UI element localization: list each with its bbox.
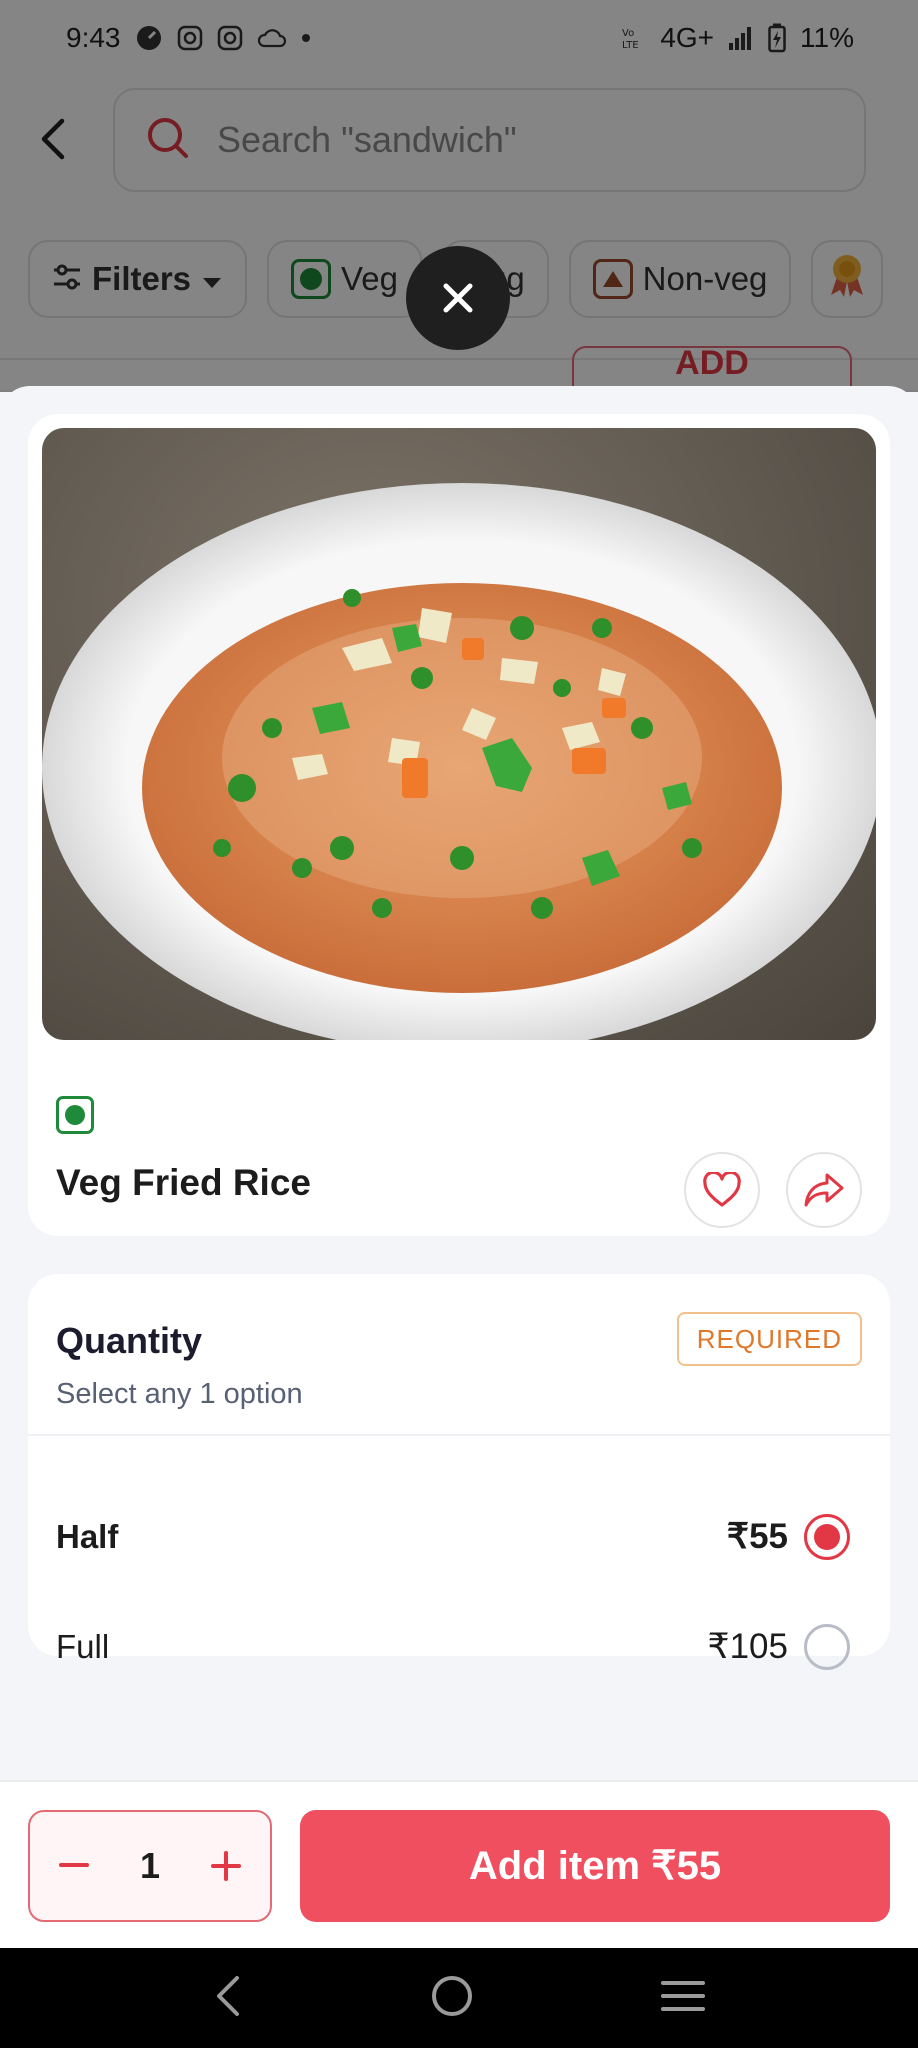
nav-home-icon[interactable] <box>430 1974 474 2023</box>
option-full[interactable]: Full ₹105 <box>28 1602 890 1692</box>
required-badge: REQUIRED <box>676 1312 862 1366</box>
option-half[interactable]: Half ₹55 <box>28 1492 890 1582</box>
radio-unselected[interactable] <box>804 1624 850 1670</box>
item-card: Veg Fried Rice <box>28 414 890 1236</box>
add-item-label: Add item ₹55 <box>468 1844 722 1888</box>
radio-selected[interactable] <box>804 1514 850 1560</box>
increment-button[interactable] <box>202 1842 250 1890</box>
plus-icon <box>211 1851 241 1881</box>
decrement-button[interactable] <box>50 1842 98 1890</box>
quantity-section: Quantity Select any 1 option REQUIRED Ha… <box>28 1274 890 1670</box>
option-name: Full <box>56 1628 110 1665</box>
minus-icon <box>59 1863 89 1867</box>
nav-recents-icon[interactable] <box>660 1979 705 2018</box>
share-icon <box>804 1173 844 1207</box>
option-name: Half <box>56 1518 119 1555</box>
close-button[interactable] <box>406 246 510 350</box>
food-image <box>42 428 876 1040</box>
quantity-stepper: 1 <box>28 1810 272 1922</box>
item-name: Veg Fried Rice <box>56 1162 311 1203</box>
quantity-value: 1 <box>139 1845 161 1886</box>
veg-indicator-icon <box>56 1096 94 1134</box>
divider <box>28 1434 890 1436</box>
item-detail-sheet: Veg Fried Rice Quantity Select any 1 opt… <box>0 386 918 1949</box>
share-button[interactable] <box>786 1152 862 1228</box>
add-to-cart-bar: 1 Add item ₹55 <box>0 1780 918 1948</box>
heart-icon <box>703 1172 741 1207</box>
option-price: ₹105 <box>707 1627 788 1666</box>
favorite-button[interactable] <box>684 1152 760 1228</box>
option-price: ₹55 <box>726 1517 788 1556</box>
section-title: Quantity <box>56 1320 203 1361</box>
add-item-button[interactable]: Add item ₹55 <box>300 1810 890 1922</box>
nav-back-icon[interactable] <box>213 1974 243 2023</box>
close-icon <box>443 283 473 313</box>
section-subtitle: Select any 1 option <box>56 1378 303 1410</box>
system-nav-bar <box>0 1948 918 2048</box>
